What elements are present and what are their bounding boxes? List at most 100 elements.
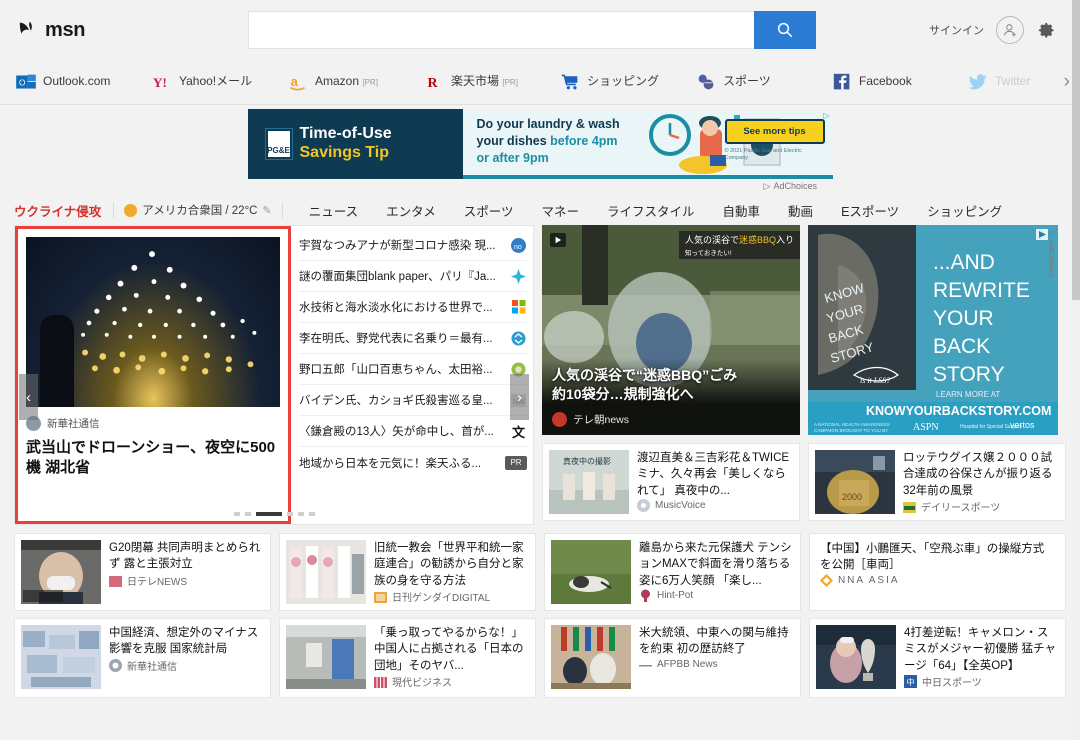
quicklink-rakuten[interactable]: R 楽天市場 [PR] xyxy=(424,72,560,92)
banner-cta-button[interactable]: See more tips xyxy=(724,118,825,144)
quicklink-facebook[interactable]: Facebook xyxy=(832,72,968,92)
card-thumbnail xyxy=(21,540,101,604)
quicklink-label: 楽天市場 xyxy=(451,74,500,89)
carousel-dot[interactable] xyxy=(244,512,251,516)
ad-artwork: KNOW YOUR BACK STORY ...AND REWRITE YOUR… xyxy=(808,225,1058,435)
weather-widget[interactable]: アメリカ合衆国 / 22°C ✎ xyxy=(113,202,283,218)
headline-item[interactable]: 宇賀なつみアナが新型コロナ感染 現... no xyxy=(299,230,527,261)
card-title: 米大統領、中東への関与維持を約束 初の歴訪終了 xyxy=(639,627,789,656)
news-card[interactable]: 真夜中の撮影 渡辺直美＆三吉彩花＆TWICEミナ、久々再会「美しくなられて」 真… xyxy=(542,443,800,521)
quicklink-amazon[interactable]: a Amazon [PR] xyxy=(288,72,424,92)
msn-logo[interactable]: msn xyxy=(18,19,248,42)
carousel-dot[interactable] xyxy=(297,512,304,516)
headline-text: 地域から日本を元気に！楽天ふる... xyxy=(299,457,482,470)
signin-label[interactable]: サインイン xyxy=(929,22,984,38)
quicklink-sports[interactable]: スポーツ xyxy=(696,72,832,92)
big-card-overlay: 人気の渓谷で“迷惑BBQ”ごみ 約10袋分…規制強化へ テレ朝news xyxy=(542,357,800,435)
carousel-next-button[interactable]: › xyxy=(510,374,529,420)
news-card[interactable]: 旧統一教会「世界平和統一家庭連合」の勧誘から自分と家族の身を守る方法 日刊ゲンダ… xyxy=(278,533,536,611)
top-banner-ad-zone: PG&E Time-of-Use Savings Tip Do your lau… xyxy=(0,105,1080,195)
news-card[interactable]: 4打差逆転！キャメロン・スミスがメジャー初優勝 猛チャージ「64」【全英OP】 … xyxy=(809,618,1066,698)
news-card[interactable]: G20閉幕 共同声明まとめられず 露と主張対立 日テレNEWS xyxy=(14,533,271,611)
tab-sports[interactable]: スポーツ xyxy=(450,201,528,220)
banner-copy-line3: or after 9pm xyxy=(476,150,549,165)
headline-item[interactable]: 野口五郎「山口百恵ちゃん、太田裕... xyxy=(299,354,527,385)
svg-text:...AND: ...AND xyxy=(933,251,995,274)
quicklinks-next-button[interactable]: › xyxy=(1064,71,1070,93)
carousel-dot[interactable] xyxy=(286,512,293,516)
tab-video[interactable]: 動画 xyxy=(774,201,827,220)
adchoices-label[interactable]: AdChoices xyxy=(773,181,817,191)
tab-lifestyle[interactable]: ライフスタイル xyxy=(593,201,709,220)
side-display-ad[interactable]: KNOW YOUR BACK STORY ...AND REWRITE YOUR… xyxy=(808,225,1058,435)
quicklink-shopping[interactable]: ショッピング xyxy=(560,72,696,92)
headline-text: 謎の覆面集団blank paper、パリ『Ja... xyxy=(299,271,496,283)
headline-text: 宇賀なつみアナが新型コロナ感染 現... xyxy=(299,240,496,252)
banner-cta-block[interactable]: See more tips © 2021 Pacific Gas and Ele… xyxy=(724,118,825,163)
page-scrollbar-thumb[interactable] xyxy=(1072,0,1080,300)
card-title: 旧統一教会「世界平和統一家庭連合」の勧誘から自分と家族の身を守る方法 xyxy=(373,542,524,587)
headline-item[interactable]: バイデン氏、カショギ氏殺害巡る皇... NW xyxy=(299,385,527,416)
banner-copy-line1: Do your laundry & wash xyxy=(476,117,620,132)
headline-item[interactable]: 謎の覆面集団blank paper、パリ『Ja... xyxy=(299,261,527,292)
big-card-title-line2: 約10袋分…規制強化へ xyxy=(552,386,694,403)
news-card-highlighted[interactable]: 中国経済、想定外のマイナス影響を克服 国家統計局 新華社通信 xyxy=(14,618,271,698)
card-source-name: デイリースポーツ xyxy=(921,502,1001,514)
news-card[interactable]: 【中国】小鵬匯天、「空飛ぶ車」の操縦方式を公開［車両］ NNA ASIA xyxy=(808,533,1066,611)
chunichi-icon: 中 xyxy=(904,674,917,688)
pge-logo: PG&E xyxy=(264,127,293,160)
search-input[interactable] xyxy=(248,11,754,49)
carousel-dot-active[interactable] xyxy=(255,512,282,516)
news-card[interactable]: 2000 ロッテウグイス嬢２０００試合達成の谷保さんが振り返る32年前の風景 デ… xyxy=(808,443,1066,521)
tab-autos[interactable]: 自動車 xyxy=(709,201,775,220)
carousel-dot[interactable] xyxy=(233,512,240,516)
musicvoice-icon xyxy=(637,498,650,512)
news-card[interactable]: 米大統領、中東への関与維持を約束 初の歴訪終了 AFPBB News xyxy=(544,618,801,698)
card-source: 中 中日スポーツ xyxy=(904,674,1059,689)
card-thumbnail xyxy=(816,625,896,689)
search-bar[interactable] xyxy=(248,11,816,49)
big-video-card[interactable]: 人気の渓谷で迷惑BBQ入り 知っておきたい! 人気の渓谷で“迷惑BBQ”ごみ 約… xyxy=(542,225,800,435)
tab-shopping[interactable]: ショッピング xyxy=(913,201,1016,220)
headline-item[interactable]: 李在明氏、野党代表に名乗り＝最有... xyxy=(299,323,527,354)
svg-text:a: a xyxy=(291,74,299,89)
quicklink-outlook[interactable]: O Outlook.com xyxy=(16,72,152,92)
svg-text:中: 中 xyxy=(907,677,915,687)
card-title: 離島から来た元保護犬 テンションMAXで斜面を滑り落ちる姿に6万人笑顔 「楽し.… xyxy=(638,542,792,587)
carousel-dot[interactable] xyxy=(308,512,315,516)
account-avatar[interactable] xyxy=(996,16,1024,44)
banner-adinfo-icon[interactable]: ▷ xyxy=(823,111,829,120)
news-card[interactable]: 「乗っ取ってやるからな！」中国人に占拠される「日本の団地」そのヤバ... 現代ビ… xyxy=(279,618,536,698)
svg-text:LEARN MORE AT: LEARN MORE AT xyxy=(936,390,1000,399)
headline-item[interactable]: 〈鎌倉殿の13人〉矢が命中し、首が... 文 xyxy=(299,416,527,447)
play-icon[interactable] xyxy=(550,233,566,247)
card-thumbnail: 真夜中の撮影 xyxy=(549,450,629,514)
ad-choices-rail[interactable]: ▷ AdChoices xyxy=(1045,225,1058,435)
carousel-prev-button[interactable]: ‹ xyxy=(19,374,38,420)
banner-legal: © 2021 Pacific Gas and Electric Company xyxy=(724,147,802,161)
top-banner-ad[interactable]: PG&E Time-of-Use Savings Tip Do your lau… xyxy=(247,108,833,179)
news-card[interactable]: 離島から来た元保護犬 テンションMAXで斜面を滑り落ちる姿に6万人笑顔 「楽し.… xyxy=(543,533,801,611)
card-row-3: 中国経済、想定外のマイナス影響を克服 国家統計局 新華社通信 「乗っ取ってやるか… xyxy=(14,618,1066,698)
quicklink-label: ショッピング xyxy=(587,74,660,89)
tab-money[interactable]: マネー xyxy=(528,201,594,220)
tab-news[interactable]: ニュース xyxy=(295,201,372,220)
amazon-icon: a xyxy=(288,72,308,92)
tab-entertainment[interactable]: エンタメ xyxy=(372,201,450,220)
headline-item[interactable]: 水技術と海水淡水化における世界で... xyxy=(299,292,527,323)
page-scrollbar-track[interactable] xyxy=(1072,0,1080,740)
card-title: 【中国】小鵬匯天、「空飛ぶ車」の操縦方式を公開［車両］ xyxy=(819,543,1045,572)
quicklink-label: Twitter xyxy=(995,74,1031,89)
quicklink-yahoo-mail[interactable]: Y! Yahoo!メール xyxy=(152,72,288,92)
pencil-icon[interactable]: ✎ xyxy=(262,204,271,217)
adchoices-label[interactable]: AdChoices xyxy=(1047,240,1056,278)
sun-icon xyxy=(124,203,138,217)
tab-esports[interactable]: Eスポーツ xyxy=(827,201,913,220)
featured-story-card[interactable]: 新華社通信 武当山でドローンショー、夜空に500機 湖北省 xyxy=(15,226,291,524)
search-button[interactable] xyxy=(754,11,816,49)
search-icon xyxy=(777,22,793,38)
settings-button[interactable] xyxy=(1036,20,1056,40)
card-source-name: Hint-Pot xyxy=(656,589,694,601)
headline-item[interactable]: 地域から日本を元気に！楽天ふる... PR xyxy=(299,447,527,478)
nav-hot-topic[interactable]: ウクライナ侵攻 xyxy=(14,201,101,220)
